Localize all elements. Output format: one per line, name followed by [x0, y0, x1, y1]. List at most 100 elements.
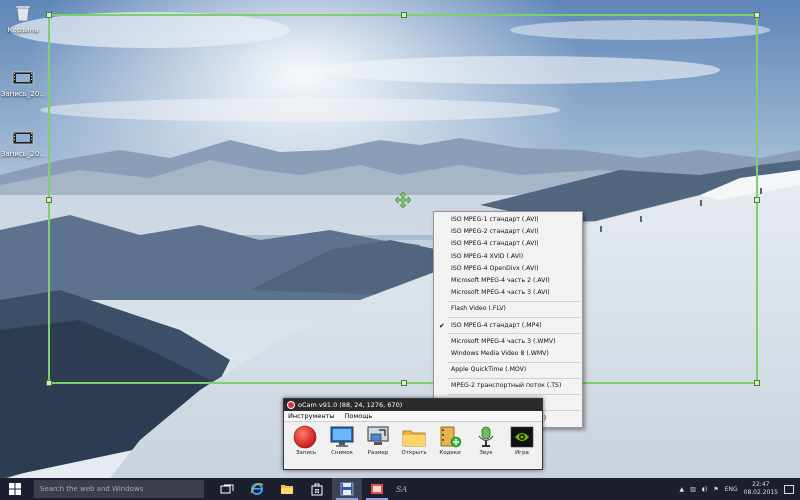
taskbar-app-button[interactable]: [362, 478, 392, 500]
menu-tools[interactable]: Инструменты: [288, 411, 335, 421]
codec-menu-item-label: Microsoft MPEG-4 часть 2 (.AVI): [451, 276, 550, 284]
resize-handle-bottom[interactable]: [401, 380, 407, 386]
ocam-window: oCam v91.0 (88, 24, 1276, 670) Инструмен…: [283, 398, 543, 470]
video-file-icon: [1, 130, 45, 148]
clock-date: 08.02.2015: [743, 489, 778, 496]
tray-network-icon[interactable]: ▥: [690, 486, 696, 493]
resize-handle-top[interactable]: [401, 12, 407, 18]
system-tray: ▲ ▥ ◖) ⚑ ENG 22:47 08.02.2015: [680, 481, 800, 497]
desktop-icon-label: Запись_20...: [1, 150, 46, 158]
move-crosshair-icon[interactable]: [394, 191, 412, 209]
internet-explorer-icon: [250, 483, 264, 495]
resize-handle-top-right[interactable]: [754, 12, 760, 18]
codec-menu-item[interactable]: Microsoft MPEG-4 часть 3 (.WMV): [434, 336, 582, 348]
tray-flag-icon[interactable]: ⚑: [713, 486, 718, 493]
menu-separator: [448, 361, 580, 363]
task-view-button[interactable]: [212, 478, 242, 500]
record-button[interactable]: Запись: [290, 425, 322, 456]
ocam-app-icon: [287, 401, 295, 409]
resize-handle-top-left[interactable]: [46, 12, 52, 18]
game-icon: [509, 425, 535, 449]
taskbar-store-button[interactable]: [302, 478, 332, 500]
codec-menu-item-label: ISO MPEG-2 стандарт (.AVI): [451, 228, 539, 236]
tray-volume-icon[interactable]: ◖): [702, 486, 708, 493]
desktop-icon-video-file[interactable]: Запись_20...: [1, 70, 46, 98]
sound-button[interactable]: Звук: [470, 425, 502, 456]
codec-menu-item[interactable]: ISO MPEG-4 стандарт (.AVI): [434, 238, 582, 250]
codec-menu-item[interactable]: Microsoft MPEG-4 часть 2 (.AVI): [434, 275, 582, 287]
resize-handle-bottom-right[interactable]: [754, 380, 760, 386]
screenshot-button[interactable]: Снимок: [326, 425, 358, 456]
codec-menu-item[interactable]: ISO MPEG-4 OpenDivx (.AVI): [434, 263, 582, 275]
taskbar-sa-label: SA: [396, 484, 408, 494]
tray-clock[interactable]: 22:47 08.02.2015: [744, 481, 778, 497]
record-icon: [293, 425, 319, 449]
start-button[interactable]: [0, 478, 30, 500]
codec-menu-item[interactable]: Apple QuickTime (.MOV): [434, 364, 582, 376]
codec-menu-item[interactable]: ISO MPEG-2 стандарт (.AVI): [434, 226, 582, 238]
codec-menu-item[interactable]: ISO MPEG-1 стандарт (.AVI): [434, 214, 582, 226]
ocam-menu-bar: Инструменты Помощь: [284, 411, 542, 422]
resize-label: Размер: [367, 450, 389, 456]
screenshot-icon: [329, 425, 355, 449]
record-label: Запись: [295, 450, 317, 456]
codec-menu-item-label: ISO MPEG-4 OpenDivx (.AVI): [451, 264, 539, 272]
menu-separator: [448, 317, 580, 318]
codec-menu-item-label: MPEG-2 транспортный поток (.TS): [451, 382, 562, 390]
codec-menu-item-label: Apple QuickTime (.MOV): [451, 366, 527, 374]
folder-icon: [401, 425, 427, 449]
task-view-icon: [220, 484, 234, 494]
codec-menu-item[interactable]: Windows Media Video 8 (.WMV): [434, 348, 582, 360]
open-button[interactable]: Открыть: [398, 425, 430, 456]
menu-help[interactable]: Помощь: [345, 411, 373, 421]
taskbar-search-box[interactable]: Search the web and Windows: [34, 480, 204, 498]
menu-separator: [448, 393, 580, 395]
codecs-button[interactable]: Кодеки: [434, 425, 466, 456]
presentation-app-icon: [371, 484, 383, 494]
video-file-icon: [1, 70, 45, 88]
codec-context-menu: ISO MPEG-1 стандарт (.AVI) ISO MPEG-2 ста…: [433, 211, 583, 428]
codec-menu-item-label: ISO MPEG-4 стандарт (.AVI): [451, 240, 539, 248]
codec-menu-item[interactable]: Flash Video (.FLV): [434, 303, 582, 315]
codec-menu-item-label: ISO MPEG-4 стандарт (.MP4): [451, 321, 542, 329]
windows-logo-icon: [9, 483, 21, 495]
resize-handle-bottom-left[interactable]: [46, 380, 52, 386]
open-label: Открыть: [401, 450, 427, 456]
checkmark-icon: ✔: [439, 321, 445, 330]
microphone-icon: [473, 425, 499, 449]
tray-language[interactable]: ENG: [725, 486, 738, 493]
resize-handle-right[interactable]: [754, 197, 760, 203]
desktop-icon-label: Запись_20...: [1, 90, 46, 98]
save-disk-icon: [340, 482, 354, 496]
game-button[interactable]: Игра: [506, 425, 538, 456]
codec-icon: [437, 425, 463, 449]
taskbar-explorer-button[interactable]: [272, 478, 302, 500]
ocam-title-bar[interactable]: oCam v91.0 (88, 24, 1276, 670): [284, 399, 542, 411]
ocam-toolbar: Запись Снимок Размер Открыть Кодеки Звук…: [284, 422, 542, 456]
resize-button[interactable]: Размер: [362, 425, 394, 456]
menu-separator: [448, 333, 580, 335]
resize-icon: [365, 425, 391, 449]
resize-handle-left[interactable]: [46, 197, 52, 203]
codec-menu-item[interactable]: MPEG-2 транспортный поток (.TS): [434, 380, 582, 392]
codec-menu-item[interactable]: Microsoft MPEG-4 часть 3 (.AVI): [434, 287, 582, 299]
taskbar-ie-button[interactable]: [242, 478, 272, 500]
taskbar-ocam-button[interactable]: [332, 478, 362, 500]
game-label: Игра: [515, 450, 529, 456]
recycle-bin-icon: [1, 4, 45, 24]
tray-chevron-up-icon[interactable]: ▲: [680, 486, 685, 493]
menu-separator: [448, 377, 580, 379]
taskbar: Search the web and Windows SA ▲ ▥ ◖) ⚑ E…: [0, 478, 800, 500]
desktop-icon-label: Корзина: [7, 26, 39, 34]
file-explorer-icon: [281, 485, 293, 494]
codec-menu-item-label: ISO MPEG-4 XVID (.AVI): [451, 252, 524, 260]
store-icon: [311, 483, 323, 496]
desktop-icon-video-file[interactable]: Запись_20...: [1, 130, 46, 158]
codec-menu-item[interactable]: ✔ ISO MPEG-4 стандарт (.MP4): [434, 320, 582, 332]
codec-menu-item[interactable]: ISO MPEG-4 XVID (.AVI): [434, 251, 582, 263]
clock-time: 22:47: [752, 481, 770, 488]
notification-center-icon[interactable]: [784, 484, 794, 494]
desktop-icon-recycle-bin[interactable]: Корзина: [1, 4, 45, 34]
codec-menu-item-label: Flash Video (.FLV): [451, 305, 506, 313]
sound-label: Звук: [479, 450, 493, 456]
